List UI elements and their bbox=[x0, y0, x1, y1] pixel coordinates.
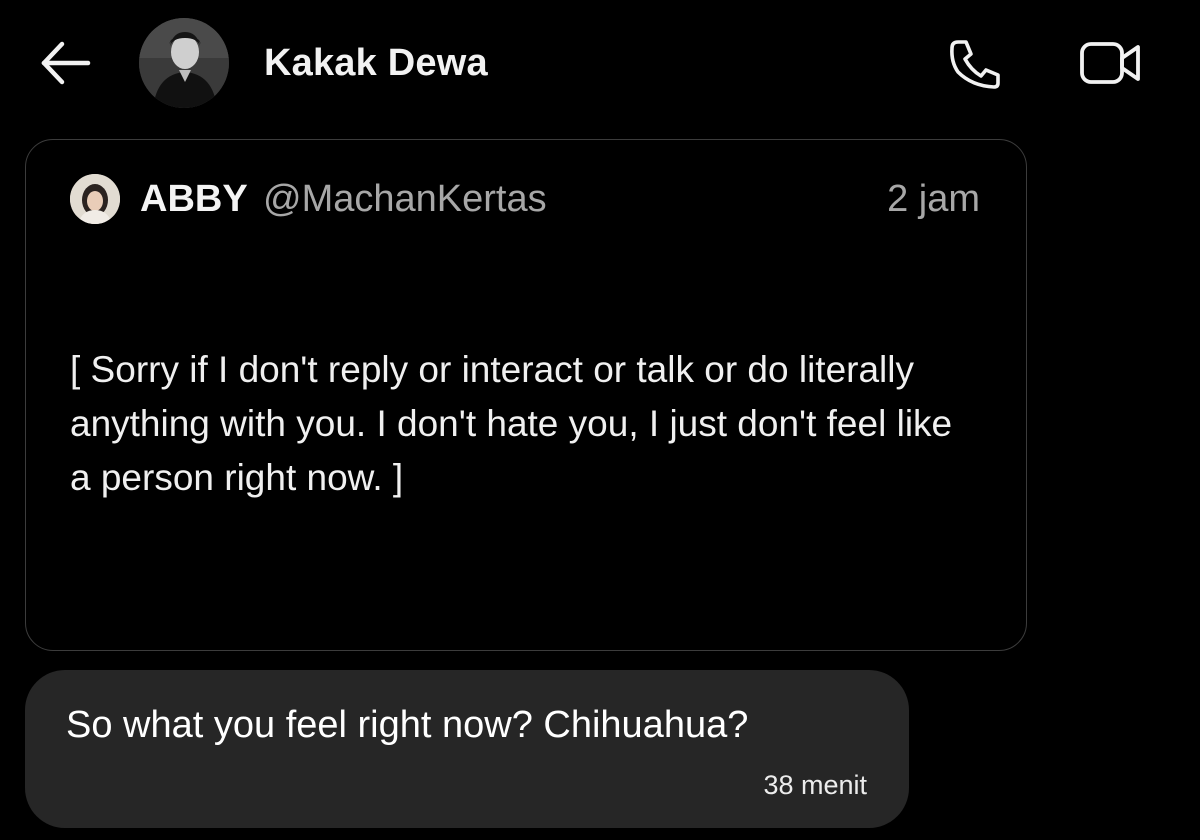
quoted-post-time: 2 jam bbox=[887, 178, 980, 220]
quoted-post-card[interactable]: ABBY @MachanKertas 2 jam [ Sorry if I do… bbox=[25, 139, 1027, 651]
quoted-author-name[interactable]: ABBY bbox=[140, 178, 248, 221]
contact-name[interactable]: Kakak Dewa bbox=[264, 42, 488, 85]
quoted-post-text: [ Sorry if I don't reply or interact or … bbox=[70, 349, 953, 498]
back-button[interactable] bbox=[38, 38, 94, 88]
quoted-author-handle[interactable]: @MachanKertas bbox=[263, 178, 547, 221]
contact-avatar[interactable] bbox=[139, 18, 229, 108]
message-bubble[interactable]: So what you feel right now? Chihuahua? 3… bbox=[25, 670, 909, 828]
arrow-left-icon bbox=[41, 41, 91, 85]
phone-icon bbox=[950, 40, 1000, 89]
chat-header: Kakak Dewa bbox=[0, 0, 1200, 130]
message-text: So what you feel right now? Chihuahua? bbox=[66, 704, 749, 746]
voice-call-button[interactable] bbox=[946, 36, 1004, 90]
quoted-author-avatar[interactable] bbox=[70, 174, 120, 224]
video-camera-icon bbox=[1080, 42, 1140, 84]
video-call-button[interactable] bbox=[1078, 38, 1144, 88]
message-timestamp: 38 menit bbox=[763, 770, 867, 800]
